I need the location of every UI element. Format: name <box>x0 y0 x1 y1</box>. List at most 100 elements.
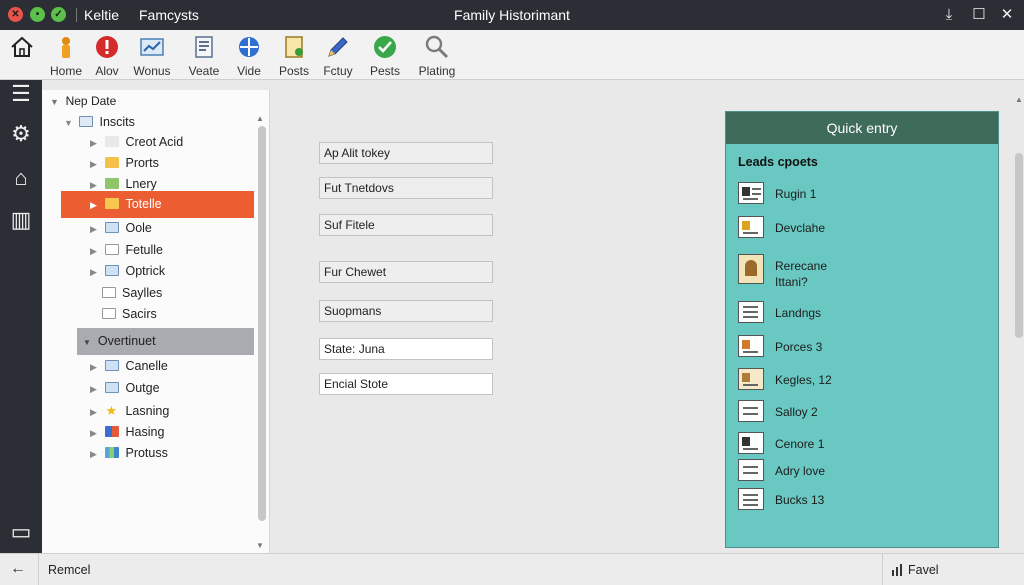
tree-item-inscits[interactable]: ▼ Inscits <box>64 112 135 133</box>
gear-icon[interactable]: ⚙ <box>7 120 35 148</box>
folder-icon <box>105 222 120 233</box>
chevron-down-icon: ▼ <box>50 97 59 107</box>
toolbar-alov[interactable]: Alov <box>90 34 124 78</box>
tree-item-protuss[interactable]: ▶ Protuss <box>90 443 168 464</box>
grid-icon <box>105 426 120 437</box>
toolbar-label: Plating <box>418 64 456 78</box>
home-icon <box>11 36 33 57</box>
document-icon <box>738 182 764 204</box>
form-field-4[interactable]: Fur Chewet <box>319 261 493 283</box>
folder-icon <box>105 198 120 209</box>
home-icon[interactable]: ⌂ <box>7 164 35 192</box>
chevron-right-icon: ▶ <box>90 267 97 277</box>
toolbar-plating[interactable]: Plating <box>414 34 460 78</box>
quick-entry-label: Landngs <box>775 306 822 320</box>
tree-item-label: Canelle <box>125 359 168 373</box>
form-field-7[interactable]: Encial Stote <box>319 373 493 395</box>
tree-item-fetulle[interactable]: ▶ Fetulle <box>90 240 163 261</box>
close-icon[interactable]: ✕ <box>996 4 1018 26</box>
tree-item-hasing[interactable]: ▶ Hasing <box>90 422 164 443</box>
status-bar: ← Remcel Favel <box>0 553 1024 585</box>
portrait-icon <box>738 368 764 390</box>
folder-icon <box>105 136 120 147</box>
maximize-icon[interactable]: ☐ <box>968 4 990 26</box>
tree-item-prorts[interactable]: ▶ Prorts <box>90 153 159 174</box>
tree-item-optrick[interactable]: ▶ Optrick <box>90 261 165 282</box>
toolbar-home[interactable]: Home <box>48 34 84 78</box>
document-icon <box>738 216 764 238</box>
toolbar-wonus[interactable]: Wonus <box>132 34 172 78</box>
scroll-thumb[interactable] <box>1015 153 1023 338</box>
form-field-5[interactable]: Suopmans <box>319 300 493 322</box>
tree-item-sacirs[interactable]: Sacirs <box>102 304 157 325</box>
tree-item-label: Saylles <box>122 286 163 300</box>
home-button[interactable] <box>6 34 38 78</box>
folder-icon <box>105 360 120 371</box>
document-icon <box>195 36 213 58</box>
tree-item-totelle[interactable]: ▶ Totelle <box>61 191 254 218</box>
tree-item-label: Outge <box>125 381 160 395</box>
tree-item-canelle[interactable]: ▶ Canelle <box>90 356 168 377</box>
scroll-thumb[interactable] <box>258 126 266 521</box>
toolbar-fctuy[interactable]: Fctuy <box>320 34 356 78</box>
download-icon[interactable]: ⤓ <box>938 4 960 26</box>
tree-scrollbar[interactable]: ▲ ▼ <box>256 114 266 551</box>
toolbar-veate[interactable]: Veate <box>186 34 222 78</box>
document-icon <box>738 301 764 323</box>
scroll-up-icon[interactable]: ▲ <box>1015 95 1023 104</box>
tree-group-label: Overtinuet <box>97 334 156 348</box>
form-field-2[interactable]: Fut Tnetdovs <box>319 177 493 199</box>
tree-header[interactable]: ▼ Nep Date <box>50 94 116 108</box>
form-field-6[interactable]: State: Juna <box>319 338 493 360</box>
scroll-up-icon[interactable]: ▲ <box>256 114 264 123</box>
back-arrow-icon[interactable]: ← <box>10 560 26 578</box>
tree-item-creot-acid[interactable]: ▶ Creot Acid <box>90 132 183 153</box>
title-bar: ✕ • ✓ Keltie Famcysts Family Historimant… <box>0 0 1024 30</box>
quick-entry-subtitle: Leads cpoets <box>738 155 818 169</box>
page-icon <box>102 287 116 298</box>
document-icon <box>738 488 764 510</box>
tree-group-overtinuet[interactable]: ▼ Overtinuet <box>77 328 254 355</box>
tree-item-label: Totelle <box>125 197 162 211</box>
form-field-3[interactable]: Suf Fitele <box>319 214 493 236</box>
tree-item-lasning[interactable]: ▶ ★ Lasning <box>90 400 169 421</box>
status-right-text[interactable]: Favel <box>908 563 939 577</box>
tree-item-oole[interactable]: ▶ Oole <box>90 218 152 239</box>
tree-item-outge[interactable]: ▶ Outge <box>90 378 160 399</box>
toolbar-posts[interactable]: Posts <box>276 34 312 78</box>
toolbar-pests[interactable]: Pests <box>367 34 403 78</box>
pencil-icon <box>328 37 348 57</box>
toolbar-label: Veate <box>188 64 220 78</box>
tree-item-label: Optrick <box>125 264 166 278</box>
toolbar-vide[interactable]: Vide <box>233 34 265 78</box>
alert-icon <box>96 36 118 58</box>
tree-item-label: Protuss <box>125 446 168 460</box>
tree-item-saylles[interactable]: Saylles <box>102 283 162 304</box>
quick-entry-label: Rugin 1 <box>775 187 817 201</box>
globe-icon <box>239 37 259 57</box>
chat-icon[interactable]: ▭ <box>7 518 35 546</box>
main-scrollbar[interactable]: ▲ <box>1014 95 1024 555</box>
toolbar-label: Alov <box>95 64 119 78</box>
chevron-right-icon: ▶ <box>90 200 97 210</box>
form-field-1[interactable]: Ap Alit tokey <box>319 142 493 164</box>
tree-item-label: Lasning <box>125 404 170 418</box>
panel-icon[interactable]: ▥ <box>7 206 35 234</box>
folder-icon <box>105 265 120 276</box>
portrait-icon <box>738 254 764 284</box>
tree-panel: ▼ Nep Date ▼ Inscits ▶ Creot Acid ▶ Pror… <box>42 90 270 553</box>
window-title: Family Historimant <box>454 7 570 23</box>
left-rail: ☰ ⚙ ⌂ ▥ ▭ <box>0 80 42 553</box>
star-icon: ★ <box>105 403 118 418</box>
scroll-down-icon[interactable]: ▼ <box>256 541 264 550</box>
quick-entry-label: Kegles, 12 <box>775 373 832 387</box>
signal-icon <box>892 564 902 576</box>
quick-entry-title: Quick entry <box>726 112 998 144</box>
tree-item-label: Inscits <box>99 115 135 129</box>
status-left-text[interactable]: Remcel <box>48 563 90 577</box>
quick-entry-label: Cenore 1 <box>775 437 825 451</box>
page-icon <box>102 308 116 319</box>
list-icon[interactable]: ☰ <box>7 80 35 108</box>
quick-entry-label: Bucks 13 <box>775 493 825 507</box>
chevron-right-icon: ▶ <box>90 246 97 256</box>
